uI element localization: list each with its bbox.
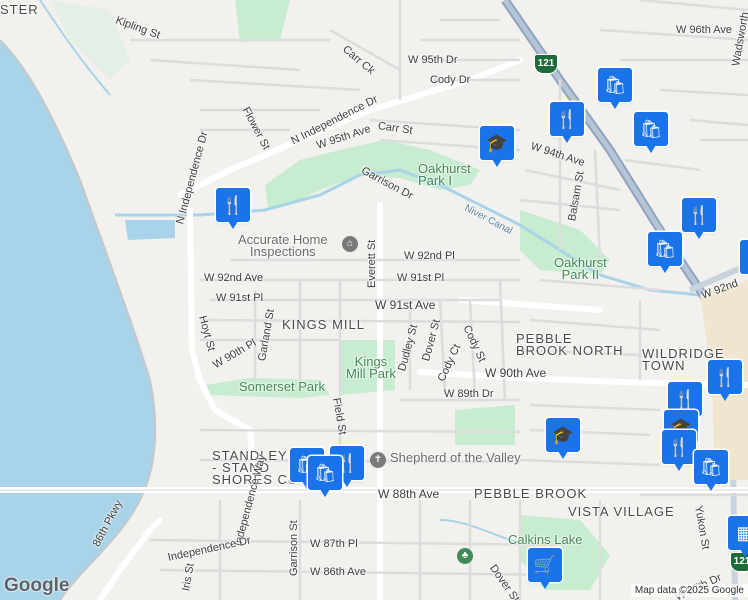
shopping-marker[interactable]: 🛍 — [694, 450, 728, 494]
street-w-91st-ave: W 91st Ave — [375, 298, 436, 312]
restaurant-marker[interactable]: 🍴 — [708, 360, 742, 404]
restaurant-marker[interactable]: 🍴 — [550, 102, 584, 146]
grocery-marker[interactable]: 🛒 — [528, 548, 562, 592]
poi-label-accurate-home-inspections[interactable]: Accurate Home Inspections — [238, 233, 328, 258]
service-marker[interactable]: ▦ — [728, 516, 748, 560]
street-w-92nd-pl: W 92nd Pl — [404, 250, 455, 262]
park-label-somerset: Somerset Park — [239, 379, 325, 394]
shopping-marker[interactable]: 🛍 — [648, 232, 682, 276]
area-label-ster: STER — [0, 2, 39, 17]
street-everett-st: Everett St — [366, 239, 378, 288]
shopping-bag-icon: 🛍 — [308, 456, 342, 490]
area-label-pebble-brook: PEBBLE BROOK — [474, 486, 588, 501]
street-garrison-st: Garrison St — [288, 520, 300, 576]
area-label-kings-mill: KINGS MILL — [282, 317, 365, 332]
street-w-87th-pl: W 87th Pl — [310, 538, 358, 550]
graduation-cap-icon: 🎓 — [480, 126, 514, 160]
graduation-cap-icon: 🎓 — [546, 418, 580, 452]
shopping-bag-icon: 🛍 — [648, 232, 682, 266]
tree-icon[interactable]: ♣ — [457, 548, 473, 564]
poi-label-shepherd-of-the-valley[interactable]: Shepherd of the Valley — [390, 451, 521, 464]
street-cody-dr: Cody Dr — [430, 74, 471, 86]
church-icon[interactable]: ✝ — [370, 452, 386, 468]
street-w-86th-ave: W 86th Ave — [310, 566, 367, 578]
street-w-96th-ave: W 96th Ave — [676, 24, 733, 36]
map-data-credit[interactable]: Map data ©2025 Google — [630, 584, 748, 597]
street-w-89th-dr: W 89th Dr — [444, 388, 494, 400]
street-w-91st-pl: W 91st Pl — [216, 292, 264, 304]
shopping-marker[interactable]: 🛍 — [740, 240, 748, 284]
fork-knife-icon: 🍴 — [682, 198, 716, 232]
restaurant-marker[interactable]: 🍴 — [216, 188, 250, 232]
park-label-calkins-lake: Calkins Lake — [508, 532, 583, 547]
restaurant-marker[interactable]: 🍴 — [682, 198, 716, 242]
street-w-95th-dr: W 95th Dr — [408, 54, 458, 66]
park-label-kings-mill: Kings Mill Park — [346, 354, 396, 381]
park-label-oakhurst-1: Oakhurst Park I — [418, 161, 471, 188]
fork-knife-icon: 🍴 — [216, 188, 250, 222]
street-w-88th-ave: W 88th Ave — [378, 487, 440, 501]
shopping-bag-icon: 🛍 — [598, 68, 632, 102]
house-icon[interactable]: ⌂ — [342, 236, 358, 252]
shopping-bag-icon: 🛍 — [634, 112, 668, 146]
shopping-bag-icon: 🛍 — [740, 240, 748, 274]
store-icon: ▦ — [728, 516, 748, 550]
school-marker[interactable]: 🎓 — [480, 126, 514, 170]
area-label-pebble-brook-north: PEBBLE BROOK NORTH — [516, 331, 624, 358]
route-121-shield: 121 — [534, 54, 558, 74]
shopping-marker[interactable]: 🛍 — [308, 456, 342, 500]
fork-knife-icon: 🍴 — [708, 360, 742, 394]
street-w-91st-pl-north: W 91st Pl — [397, 272, 445, 284]
park-label-oakhurst-2: Oakhurst Park II — [554, 255, 607, 282]
lake-water — [0, 40, 156, 600]
restaurant-marker[interactable]: 🍴 — [662, 430, 696, 474]
school-marker[interactable]: 🎓 — [546, 418, 580, 462]
shopping-bag-icon: 🛍 — [694, 450, 728, 484]
shopping-marker[interactable]: 🛍 — [634, 112, 668, 156]
street-w-92nd-ave: W 92nd Ave — [204, 272, 264, 284]
street-w-90th-ave: W 90th Ave — [485, 366, 547, 380]
shopping-cart-icon: 🛒 — [528, 548, 562, 582]
fork-knife-icon: 🍴 — [550, 102, 584, 136]
shopping-marker[interactable]: 🛍 — [598, 68, 632, 112]
map-canvas[interactable]: 121 121 STER Kipling St Carr Ck W 95th D… — [0, 0, 748, 600]
fork-knife-icon: 🍴 — [662, 430, 696, 464]
area-label-vista-village: VISTA VILLAGE — [568, 504, 675, 519]
park-small — [455, 405, 515, 445]
google-logo[interactable]: Google — [4, 575, 69, 597]
